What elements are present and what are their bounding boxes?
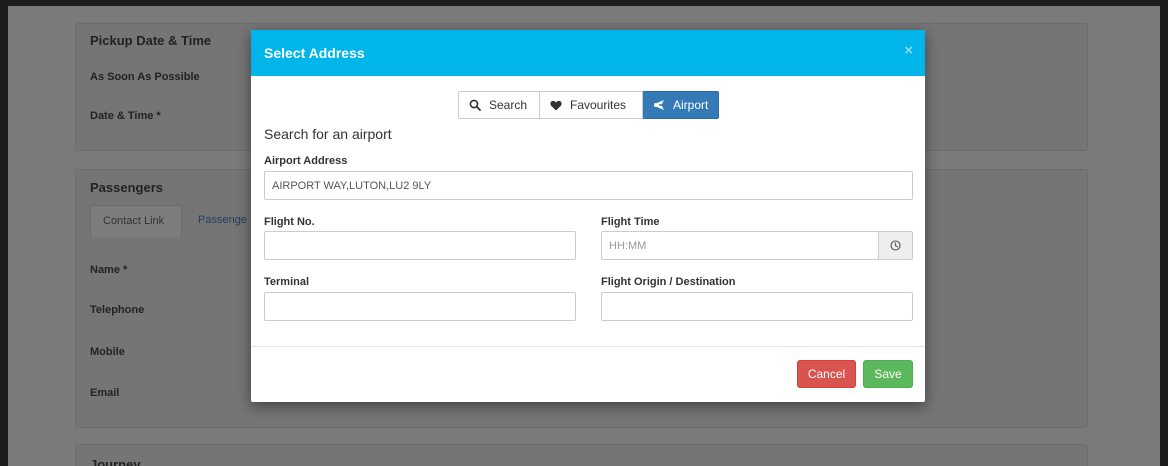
tab-contact-link[interactable]: Contact Link — [90, 205, 182, 237]
flight-time-label: Flight Time — [601, 216, 660, 228]
journey-panel-heading: Journey — [90, 457, 141, 466]
tab-search[interactable]: Search — [458, 91, 540, 119]
modal-header: Select Address × — [251, 30, 925, 76]
plane-icon — [653, 99, 665, 111]
save-button[interactable]: Save — [863, 360, 913, 388]
heart-icon — [550, 100, 562, 111]
journey-panel: Journey — [75, 444, 1088, 466]
address-source-tabs: Search Favourites Airport — [458, 91, 719, 119]
window-frame-right — [1160, 0, 1168, 466]
tab-search-label: Search — [489, 98, 528, 112]
terminal-label: Terminal — [264, 276, 310, 288]
airport-address-input[interactable] — [264, 171, 913, 200]
section-title: Search for an airport — [264, 126, 392, 142]
clock-icon[interactable] — [879, 231, 913, 260]
flight-time-input[interactable] — [601, 231, 879, 260]
cancel-button[interactable]: Cancel — [797, 360, 856, 388]
modal-title: Select Address — [264, 45, 365, 61]
flight-no-input[interactable] — [264, 231, 576, 260]
airport-address-label: Airport Address — [264, 155, 348, 167]
pickup-panel-heading: Pickup Date & Time — [90, 33, 212, 48]
tab-favourites-label: Favourites — [570, 98, 627, 112]
datetime-label: Date & Time * — [90, 110, 161, 122]
search-icon — [469, 99, 481, 111]
asap-label: As Soon As Possible — [90, 71, 200, 83]
flight-no-label: Flight No. — [264, 216, 315, 228]
flight-origin-label: Flight Origin / Destination — [601, 276, 736, 288]
window-frame-left — [0, 0, 8, 466]
tab-airport-label: Airport — [673, 98, 709, 112]
flight-origin-input[interactable] — [601, 292, 913, 321]
terminal-input[interactable] — [264, 292, 576, 321]
tab-favourites[interactable]: Favourites — [540, 91, 643, 119]
name-label: Name * — [90, 264, 128, 276]
close-icon[interactable]: × — [904, 42, 913, 59]
mobile-label: Mobile — [90, 346, 125, 358]
modal-footer-divider — [251, 346, 925, 347]
tab-airport[interactable]: Airport — [643, 91, 719, 119]
passengers-panel-heading: Passengers — [90, 180, 163, 195]
email-label: Email — [90, 387, 120, 399]
select-address-modal: Select Address × Search Favourites Airpo… — [251, 30, 925, 402]
telephone-label: Telephone — [90, 304, 145, 316]
tab-passengers[interactable]: Passenge — [186, 205, 259, 237]
